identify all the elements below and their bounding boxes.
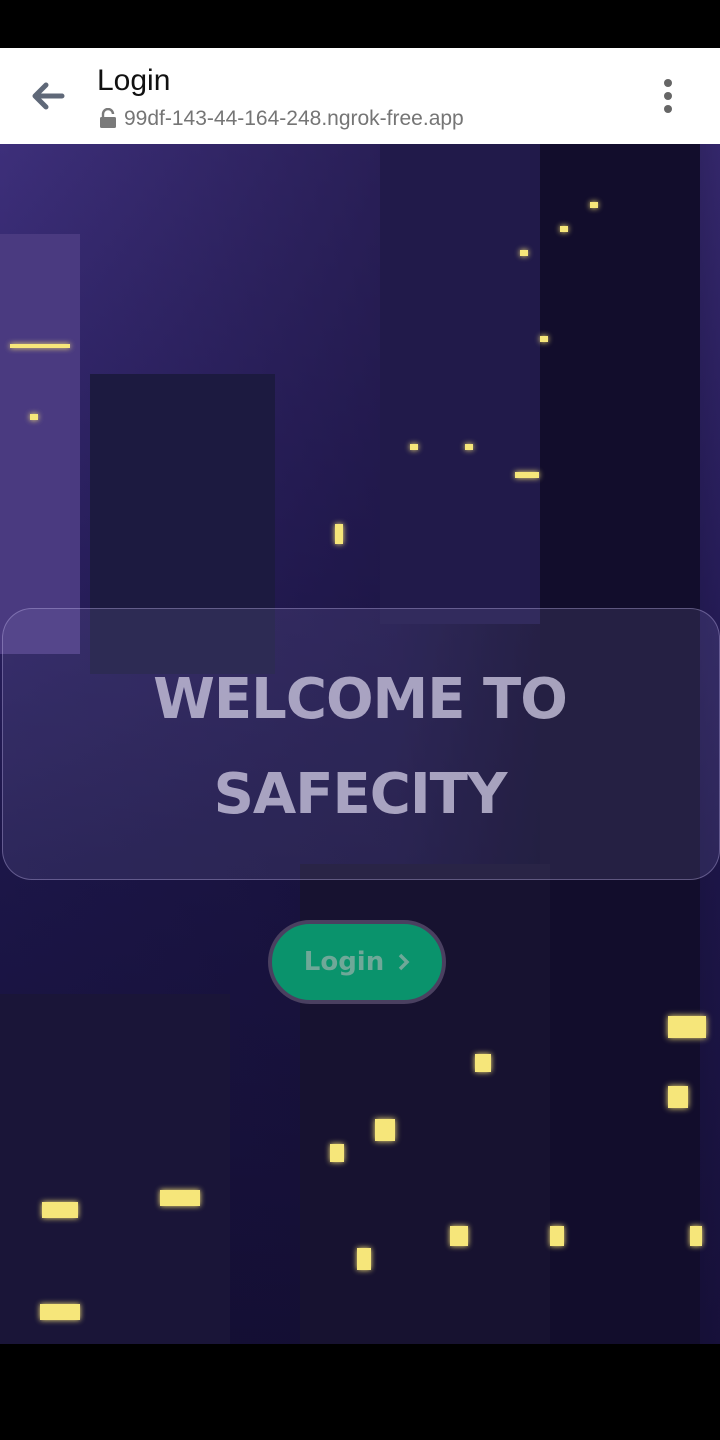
welcome-line-1: WELCOME TO <box>153 667 568 732</box>
lit-window <box>10 344 70 348</box>
lit-window <box>560 226 568 232</box>
lit-window <box>475 1054 491 1072</box>
arrow-left-icon[interactable] <box>28 78 68 114</box>
lit-window <box>668 1086 688 1108</box>
page-title: Login <box>97 64 171 97</box>
building <box>0 994 230 1344</box>
lit-window <box>540 336 548 342</box>
lit-window <box>330 1144 344 1162</box>
more-vert-icon[interactable] <box>656 78 680 114</box>
lit-window <box>335 524 343 544</box>
status-bar <box>0 0 720 48</box>
lit-window <box>30 414 38 420</box>
page-url: 99df-143-44-164-248.ngrok-free.app <box>124 107 464 130</box>
lit-window <box>668 1016 706 1038</box>
browser-toolbar: Login 99df-143-44-164-248.ngrok-free.app <box>0 48 720 144</box>
lit-window <box>357 1248 371 1270</box>
login-button[interactable]: Login <box>268 920 446 1004</box>
lit-window <box>590 202 598 208</box>
lit-window <box>515 472 539 478</box>
lit-window <box>40 1304 80 1320</box>
lit-window <box>465 444 473 450</box>
lit-window <box>550 1226 564 1246</box>
chevron-right-icon <box>398 953 410 971</box>
navigation-bar <box>0 1344 720 1440</box>
lit-window <box>450 1226 468 1246</box>
lit-window <box>690 1226 702 1246</box>
lock-icon <box>100 108 116 128</box>
lit-window <box>520 250 528 256</box>
city-background: WELCOME TO SAFECITY Login <box>0 144 720 1344</box>
welcome-line-2: SAFECITY <box>213 762 508 827</box>
login-button-label: Login <box>303 947 385 977</box>
lit-window <box>160 1190 200 1206</box>
welcome-heading: WELCOME TO SAFECITY <box>0 652 720 842</box>
lit-window <box>410 444 418 450</box>
lit-window <box>375 1119 395 1141</box>
building <box>0 234 80 654</box>
lit-window <box>42 1202 78 1218</box>
